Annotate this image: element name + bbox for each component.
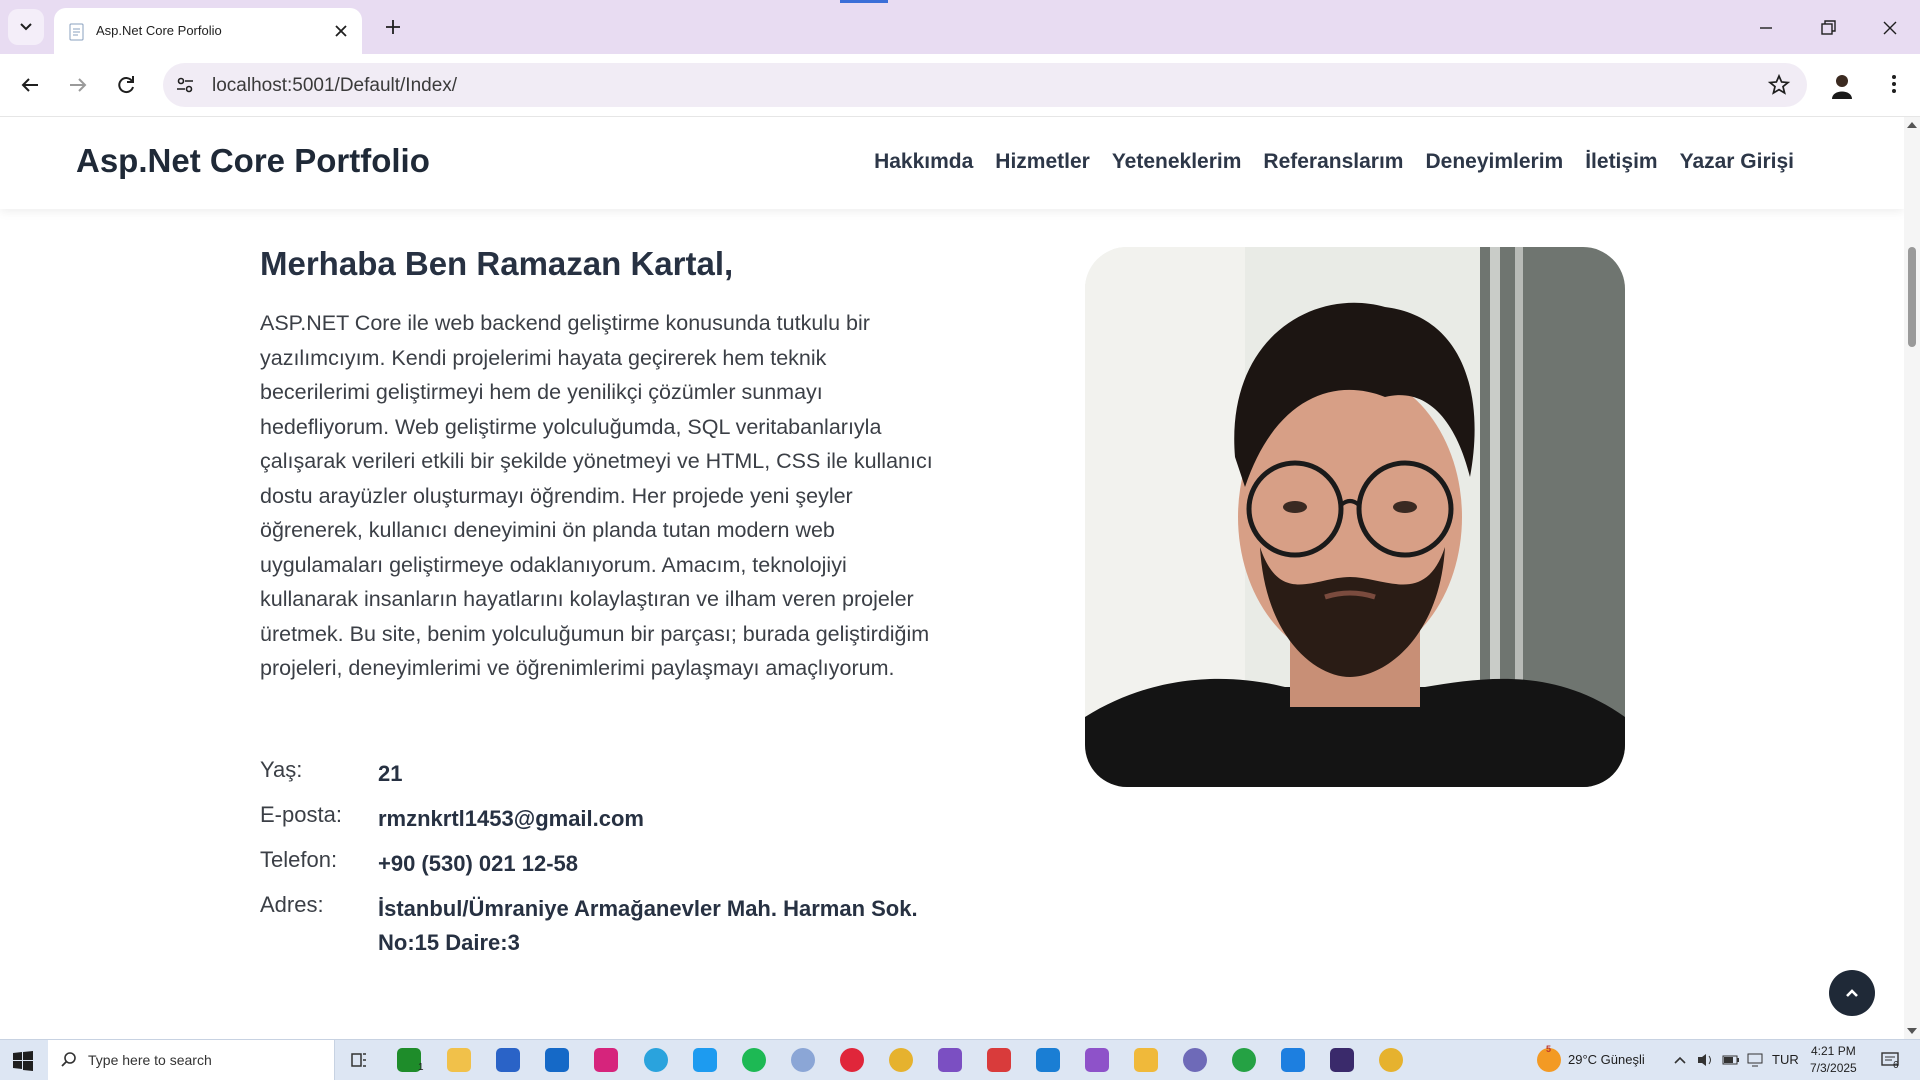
visual-studio-icon[interactable] — [938, 1048, 962, 1072]
new-tab-icon[interactable] — [380, 14, 406, 40]
notifications-count: 6 — [1893, 1060, 1899, 1071]
profile-photo — [1085, 247, 1625, 787]
telegram-icon[interactable] — [644, 1048, 668, 1072]
clock-date: 7/3/2025 — [1810, 1061, 1857, 1075]
terminal-icon[interactable] — [1330, 1048, 1354, 1072]
page-favicon-icon — [69, 23, 84, 41]
scroll-down-arrow-icon[interactable] — [1907, 1027, 1917, 1035]
reload-icon[interactable] — [112, 71, 140, 99]
chevron-up-icon — [1846, 989, 1858, 997]
restore-icon[interactable] — [1814, 14, 1842, 42]
about-heading: Merhaba Ben Ramazan Kartal, — [260, 245, 734, 282]
nav-item-yazar-girisi[interactable]: Yazar Girişi — [1680, 150, 1794, 174]
forward-arrow-icon[interactable] — [64, 71, 92, 99]
vscode-icon[interactable] — [1036, 1048, 1060, 1072]
clock-time: 4:21 PM — [1811, 1044, 1856, 1058]
info-value: İstanbul/Ümraniye Armağanevler Mah. Harm… — [378, 896, 918, 955]
taskbar-clock[interactable]: 4:21 PM 7/3/2025 — [1810, 1043, 1857, 1077]
whatsapp-icon[interactable] — [1232, 1048, 1256, 1072]
tab-title: Asp.Net Core Porfolio — [96, 23, 222, 38]
chevron-down-icon — [20, 23, 32, 31]
microsoft-store-icon[interactable] — [496, 1048, 520, 1072]
info-label: E-posta: — [260, 802, 342, 827]
main-nav: Hakkımda Hizmetler Yeteneklerim Referans… — [874, 150, 1794, 174]
page-viewport: Asp.Net Core Portfolio Hakkımda Hizmetle… — [0, 117, 1904, 1039]
tab-strip: Asp.Net Core Porfolio — [0, 0, 1920, 54]
close-window-icon[interactable] — [1876, 14, 1904, 42]
close-tab-icon[interactable] — [330, 20, 352, 42]
browser-tab[interactable]: Asp.Net Core Porfolio — [54, 8, 362, 54]
volume-icon[interactable] — [1696, 1052, 1714, 1068]
site-info-icon[interactable] — [173, 73, 197, 97]
scroll-up-arrow-icon[interactable] — [1907, 121, 1917, 129]
profile-avatar-icon[interactable] — [1826, 69, 1858, 101]
info-value: 21 — [378, 761, 403, 786]
more-menu-icon[interactable] — [1880, 70, 1908, 98]
language-indicator[interactable]: TUR — [1772, 1052, 1799, 1067]
bookmark-star-icon[interactable] — [1767, 73, 1791, 97]
chrome-icon[interactable] — [889, 1048, 913, 1072]
file-explorer-icon[interactable] — [447, 1048, 471, 1072]
edge-dev-icon[interactable] — [1183, 1048, 1207, 1072]
xbox-badge: 1 — [418, 1062, 424, 1073]
visual-studio-2-icon[interactable] — [1085, 1048, 1109, 1072]
info-value: +90 (530) 021 12-58 — [378, 851, 578, 876]
back-to-top-button[interactable] — [1829, 970, 1875, 1016]
nav-item-hizmetler[interactable]: Hizmetler — [995, 150, 1090, 174]
info-label: Adres: — [260, 892, 324, 917]
windows-taskbar: Type here to search 1 5 29°C Güneşli TUR… — [0, 1039, 1920, 1080]
info-value: rmznkrtl1453@gmail.com — [378, 806, 644, 831]
nav-item-referanslarim[interactable]: Referanslarım — [1263, 150, 1403, 174]
profile-photo-illustration — [1085, 247, 1625, 787]
info-label: Yaş: — [260, 757, 303, 782]
browser-toolbar: localhost:5001/Default/Index/ — [0, 54, 1920, 117]
windows-start-icon[interactable] — [12, 1050, 34, 1072]
minimize-icon[interactable] — [1752, 14, 1780, 42]
address-bar[interactable]: localhost:5001/Default/Index/ — [163, 63, 1807, 107]
task-view-icon[interactable] — [347, 1048, 371, 1072]
battery-icon[interactable] — [1722, 1052, 1740, 1068]
weather-text[interactable]: 29°C Güneşli — [1568, 1052, 1645, 1067]
r-app-icon[interactable] — [791, 1048, 815, 1072]
scrollbar-thumb[interactable] — [1908, 247, 1916, 347]
twitter-icon[interactable] — [693, 1048, 717, 1072]
nav-item-deneyimlerim[interactable]: Deneyimlerim — [1425, 150, 1563, 174]
taskbar-search[interactable]: Type here to search — [48, 1040, 335, 1080]
spotify-icon[interactable] — [742, 1048, 766, 1072]
nav-item-iletisim[interactable]: İletişim — [1585, 150, 1657, 174]
search-icon — [61, 1052, 76, 1067]
site-header: Asp.Net Core Portfolio Hakkımda Hizmetle… — [0, 117, 1904, 209]
prime-video-icon[interactable] — [1281, 1048, 1305, 1072]
page-scrollbar[interactable] — [1904, 117, 1920, 1039]
tray-chevron-up-icon[interactable] — [1672, 1052, 1688, 1068]
paint-icon[interactable] — [1134, 1048, 1158, 1072]
back-arrow-icon[interactable] — [16, 71, 44, 99]
nav-item-hakkimda[interactable]: Hakkımda — [874, 150, 973, 174]
site-brand[interactable]: Asp.Net Core Portfolio — [76, 142, 430, 180]
nav-item-yeteneklerim[interactable]: Yeteneklerim — [1112, 150, 1242, 174]
chrome-active-icon[interactable] — [1379, 1048, 1403, 1072]
instagram-icon[interactable] — [594, 1048, 618, 1072]
outlook-icon[interactable] — [545, 1048, 569, 1072]
url-text[interactable]: localhost:5001/Default/Index/ — [212, 75, 457, 97]
opera-icon[interactable] — [840, 1048, 864, 1072]
sql-server-icon[interactable] — [987, 1048, 1011, 1072]
info-label: Telefon: — [260, 847, 338, 872]
taskbar-search-placeholder: Type here to search — [88, 1052, 212, 1068]
weather-badge: 5 — [1546, 1044, 1552, 1054]
tab-search-button[interactable] — [8, 9, 44, 45]
network-icon[interactable] — [1746, 1052, 1764, 1068]
drag-indicator — [840, 0, 888, 3]
about-text: ASP.NET Core ile web backend geliştirme … — [260, 311, 933, 680]
